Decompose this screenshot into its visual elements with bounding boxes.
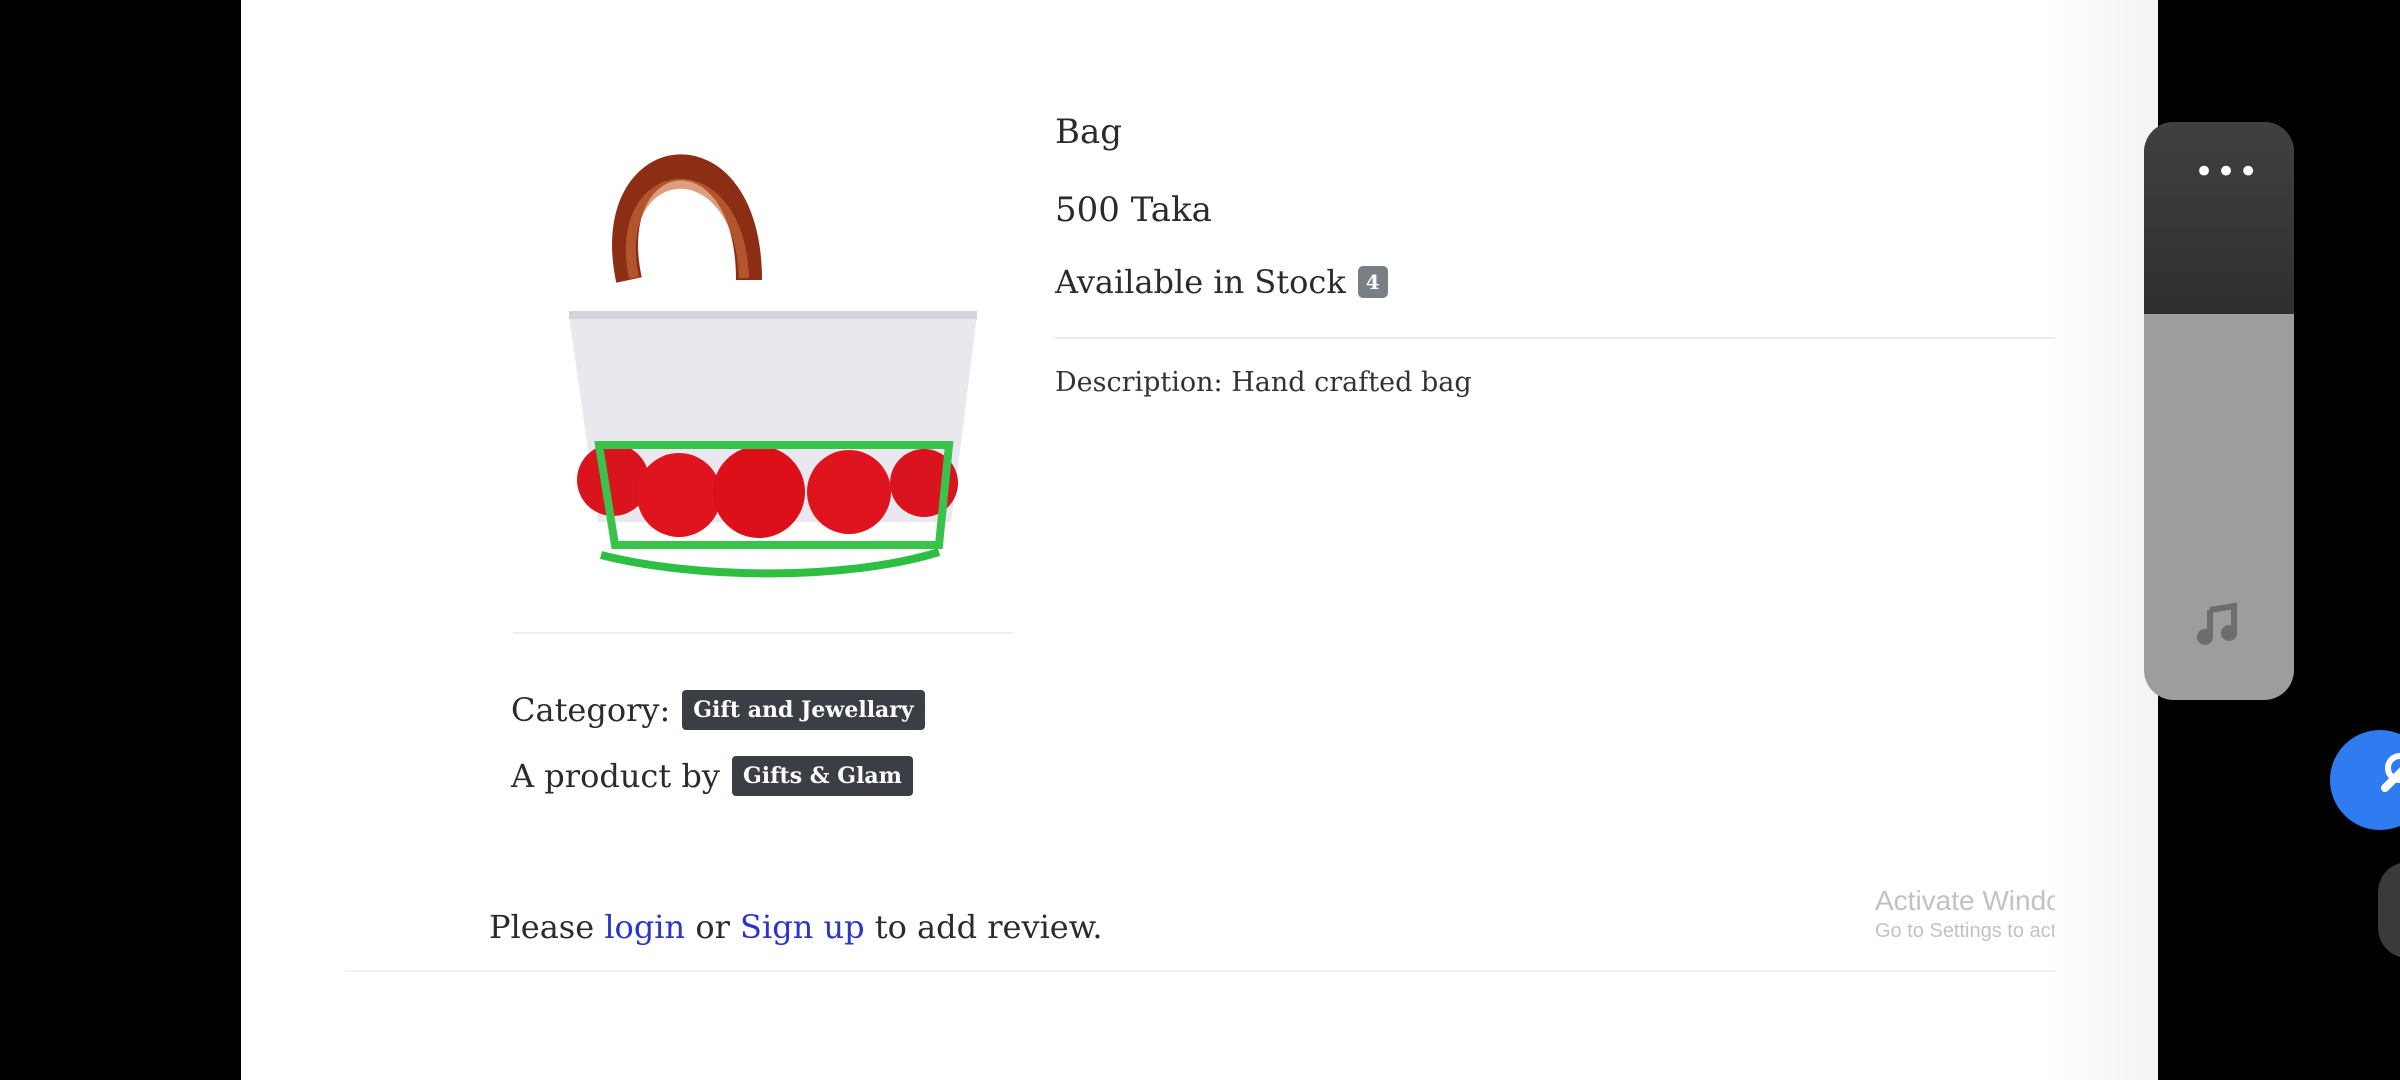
floating-action-button[interactable] — [2330, 730, 2400, 830]
review-prefix: Please — [489, 908, 595, 946]
category-label: Category: — [511, 691, 671, 729]
product-description: Description: Hand crafted bag — [1055, 367, 1472, 398]
watermark-subtitle: Go to Settings to activate Windows. — [1875, 920, 2055, 942]
watermark-title: Activate Windows — [1875, 885, 2055, 916]
review-or: or — [695, 908, 730, 946]
floating-secondary-button[interactable] — [2378, 862, 2400, 958]
login-link[interactable]: login — [604, 908, 685, 946]
info-divider — [1055, 337, 2055, 339]
review-suffix: to add review. — [874, 908, 1103, 946]
signup-link[interactable]: Sign up — [740, 908, 865, 946]
product-page: Bag 500 Taka Available in Stock 4 Descri… — [241, 0, 2158, 1080]
more-icon[interactable]: ••• — [2194, 155, 2260, 189]
category-row: Category: Gift and Jewellary — [511, 690, 925, 730]
product-image — [569, 154, 977, 578]
product-title: Bag — [1055, 112, 1123, 152]
seller-row: A product by Gifts & Glam — [511, 756, 913, 796]
floating-panel-top: ••• — [2144, 122, 2294, 314]
floating-tool-panel: ••• — [2144, 122, 2294, 700]
product-price: 500 Taka — [1055, 190, 1212, 230]
image-divider — [513, 632, 1013, 634]
stock-count-badge: 4 — [1357, 266, 1388, 298]
seller-badge[interactable]: Gifts & Glam — [731, 756, 913, 796]
right-fade — [2041, 0, 2158, 1080]
stock-status: Available in Stock 4 — [1055, 263, 1388, 301]
category-badge[interactable]: Gift and Jewellary — [682, 690, 925, 730]
review-prompt: Please login or Sign up to add review. — [489, 908, 1103, 946]
windows-watermark: Activate Windows Go to Settings to activ… — [1875, 884, 2055, 944]
seller-label: A product by — [511, 757, 720, 795]
stock-label: Available in Stock — [1055, 263, 1346, 301]
music-icon[interactable] — [2194, 602, 2242, 650]
floating-action-icon — [2381, 753, 2400, 792]
bottom-divider — [345, 970, 2055, 972]
